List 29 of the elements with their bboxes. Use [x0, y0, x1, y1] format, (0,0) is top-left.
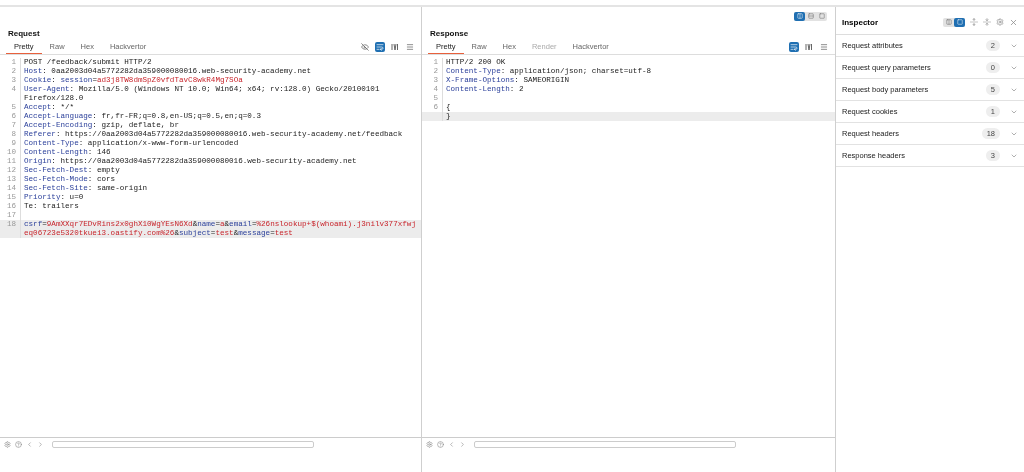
- fold-icon[interactable]: [983, 18, 991, 26]
- panel-title: Response: [429, 28, 470, 40]
- search-field[interactable]: [474, 441, 736, 448]
- search-field[interactable]: [52, 441, 314, 448]
- settings-icon[interactable]: [4, 441, 11, 448]
- layout-icon[interactable]: [805, 11, 816, 21]
- view-icon[interactable]: [954, 17, 965, 27]
- layout-toggle[interactable]: [794, 11, 827, 21]
- help-icon[interactable]: [15, 441, 22, 448]
- settings-icon[interactable]: [996, 18, 1004, 26]
- settings-icon[interactable]: [426, 441, 433, 448]
- wrap-icon[interactable]: [375, 42, 385, 52]
- close-icon[interactable]: [1009, 17, 1018, 27]
- forward-icon[interactable]: [459, 441, 466, 448]
- inspector-title: Inspector: [842, 17, 879, 27]
- wrap-icon[interactable]: [789, 42, 799, 52]
- layout-icon[interactable]: [794, 11, 805, 21]
- back-icon[interactable]: [448, 441, 455, 448]
- back-icon[interactable]: [26, 441, 33, 448]
- forward-icon[interactable]: [37, 441, 44, 448]
- menu-icon[interactable]: [819, 42, 829, 52]
- newline-icon[interactable]: [390, 42, 400, 52]
- eye-off-icon[interactable]: [360, 42, 370, 52]
- help-icon[interactable]: [437, 441, 444, 448]
- unfold-icon[interactable]: [970, 18, 978, 26]
- view-icon[interactable]: [943, 17, 954, 27]
- newline-icon[interactable]: [804, 42, 814, 52]
- menu-icon[interactable]: [405, 42, 415, 52]
- panel-title: Request: [7, 28, 41, 40]
